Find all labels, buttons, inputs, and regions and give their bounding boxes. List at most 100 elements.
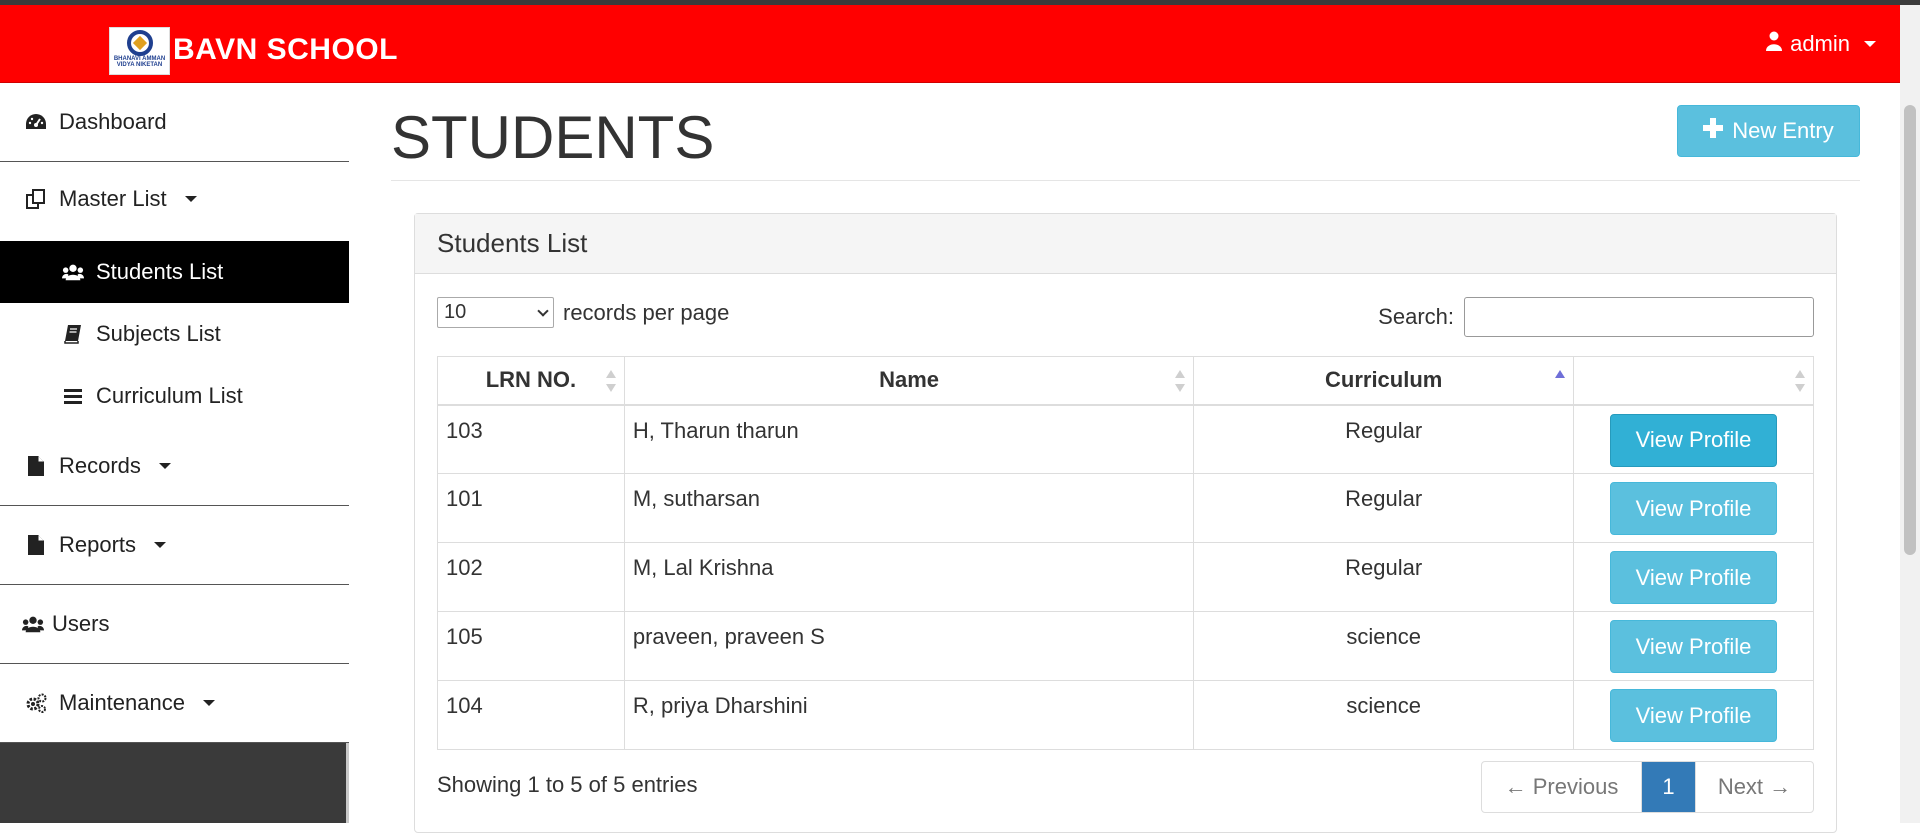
file-icon [25, 455, 47, 477]
caret-down-icon [184, 195, 197, 202]
user-menu-toggle[interactable]: admin [1766, 31, 1876, 57]
sidebar-item-label: Records [59, 453, 141, 478]
table-row: 103 H, Tharun tharun Regular View Profil… [437, 404, 1814, 474]
students-table: LRN NO. Name Curriculum 103 H, Tharun th… [437, 356, 1814, 750]
cell-curriculum: science [1193, 680, 1575, 750]
sidebar-item-records[interactable]: Records [0, 427, 349, 506]
cell-lrn: 101 [437, 473, 625, 543]
cell-lrn: 103 [437, 404, 625, 474]
caret-down-icon [158, 463, 171, 469]
cell-action: View Profile [1573, 542, 1814, 612]
cell-curriculum: Regular [1193, 473, 1575, 543]
cell-name: H, Tharun tharun [623, 404, 1195, 474]
users-icon [62, 263, 84, 281]
top-navbar: BHANAVI AMMAN VIDYA NIKETAN BAVN SCHOOL … [0, 5, 1900, 83]
table-row: 105 praveen, praveen S science View Prof… [437, 611, 1814, 681]
page-1-button[interactable]: 1 [1642, 762, 1695, 812]
sidebar-item-reports[interactable]: Reports [0, 506, 349, 585]
cell-action: View Profile [1573, 611, 1814, 681]
sidebar-item-label: Master List [59, 185, 167, 211]
dashboard-icon [25, 113, 47, 131]
column-header-label: Name [879, 367, 940, 393]
sidebar-item-maintenance[interactable]: Maintenance [0, 664, 349, 743]
cogs-icon [25, 693, 47, 713]
column-header-name[interactable]: Name [623, 356, 1195, 406]
pagination: ← Previous 1 Next → [1481, 761, 1814, 813]
sidebar-item-label: Maintenance [59, 690, 185, 715]
sidebar-subitem-students-list[interactable]: Students List [0, 241, 349, 303]
cell-name: M, sutharsan [623, 473, 1195, 543]
cell-action: View Profile [1573, 680, 1814, 750]
search-label: Search: [1378, 304, 1454, 329]
column-header-lrn[interactable]: LRN NO. [437, 356, 625, 406]
logo-emblem [126, 30, 153, 56]
sidebar-item-label: Dashboard [59, 109, 167, 134]
new-entry-button[interactable]: New Entry [1677, 105, 1860, 157]
sidebar-item-master-list[interactable]: Master List [0, 162, 349, 241]
file-icon [25, 534, 47, 556]
view-profile-button[interactable]: View Profile [1610, 689, 1778, 742]
view-profile-button[interactable]: View Profile [1610, 620, 1778, 673]
view-profile-button[interactable]: View Profile [1610, 413, 1778, 467]
user-name: admin [1790, 31, 1850, 56]
sort-icon [1175, 370, 1186, 392]
brand-title[interactable]: BAVN SCHOOL [173, 33, 398, 67]
search-input[interactable] [1464, 297, 1814, 337]
school-logo[interactable]: BHANAVI AMMAN VIDYA NIKETAN [109, 27, 170, 75]
records-per-page-select[interactable]: 10 [437, 297, 554, 328]
length-control: 10 records per page [437, 297, 729, 328]
caret-down-icon [202, 700, 215, 706]
panel-heading: Students List [415, 214, 1836, 274]
table-row: 104 R, priya Dharshini science View Prof… [437, 680, 1814, 750]
chevron-down-icon [537, 304, 549, 317]
cell-action: View Profile [1573, 473, 1814, 543]
cell-name: M, Lal Krishna [623, 542, 1195, 612]
previous-page-button[interactable]: ← Previous [1482, 762, 1642, 812]
sidebar-item-dashboard[interactable]: Dashboard [0, 83, 349, 162]
view-profile-button[interactable]: View Profile [1610, 482, 1778, 535]
column-header-curriculum[interactable]: Curriculum [1193, 356, 1575, 406]
column-header-label: LRN NO. [485, 367, 577, 393]
plus-icon [1703, 118, 1724, 144]
new-entry-label: New Entry [1732, 118, 1834, 143]
logo-text-line-2: VIDYA NIKETAN [116, 62, 163, 68]
sidebar-item-users[interactable]: Users [0, 585, 349, 664]
search-control: Search: [1378, 297, 1814, 337]
table-header-row: LRN NO. Name Curriculum [437, 356, 1814, 406]
table-row: 102 M, Lal Krishna Regular View Profile [437, 542, 1814, 612]
page-scrollbar[interactable] [1900, 5, 1920, 823]
sidebar-subitem-subjects-list[interactable]: Subjects List [0, 303, 349, 365]
copy-icon [25, 188, 47, 209]
column-header-label: Curriculum [1325, 367, 1443, 393]
sort-icon [605, 370, 616, 392]
column-header-action[interactable] [1573, 356, 1814, 406]
next-page-button[interactable]: Next → [1695, 762, 1813, 812]
table-row: 101 M, sutharsan Regular View Profile [437, 473, 1814, 543]
caret-down-icon [1864, 41, 1876, 47]
students-panel: Students List 10 records per page Search… [414, 213, 1837, 833]
user-icon [1766, 31, 1783, 57]
users-icon [22, 615, 44, 633]
records-per-page-label: records per page [563, 299, 730, 325]
sidebar-item-label: Users [52, 611, 110, 636]
cell-name: R, priya Dharshini [623, 680, 1195, 750]
sidebar-subitem-label: Curriculum List [96, 383, 243, 408]
sort-ascending-icon [1555, 370, 1566, 392]
cell-lrn: 105 [437, 611, 625, 681]
table-info: Showing 1 to 5 of 5 entries [437, 772, 698, 797]
sidebar-item-label: Reports [59, 532, 137, 557]
title-divider [391, 180, 1860, 181]
cell-curriculum: Regular [1193, 404, 1575, 474]
cell-name: praveen, praveen S [623, 611, 1195, 681]
list-icon [62, 388, 84, 404]
sidebar-subitem-label: Subjects List [96, 321, 221, 346]
cell-lrn: 102 [437, 542, 625, 612]
cell-curriculum: Regular [1193, 542, 1575, 612]
main-content: STUDENTS New Entry Students List 10 reco… [352, 83, 1900, 833]
sidebar-subitem-curriculum-list[interactable]: Curriculum List [0, 365, 349, 427]
view-profile-button[interactable]: View Profile [1610, 551, 1778, 604]
scrollbar-thumb[interactable] [1904, 105, 1916, 555]
sidebar: Dashboard Master List Students List Subj… [0, 83, 349, 823]
page-title: STUDENTS [391, 104, 715, 171]
caret-down-icon [154, 542, 167, 548]
